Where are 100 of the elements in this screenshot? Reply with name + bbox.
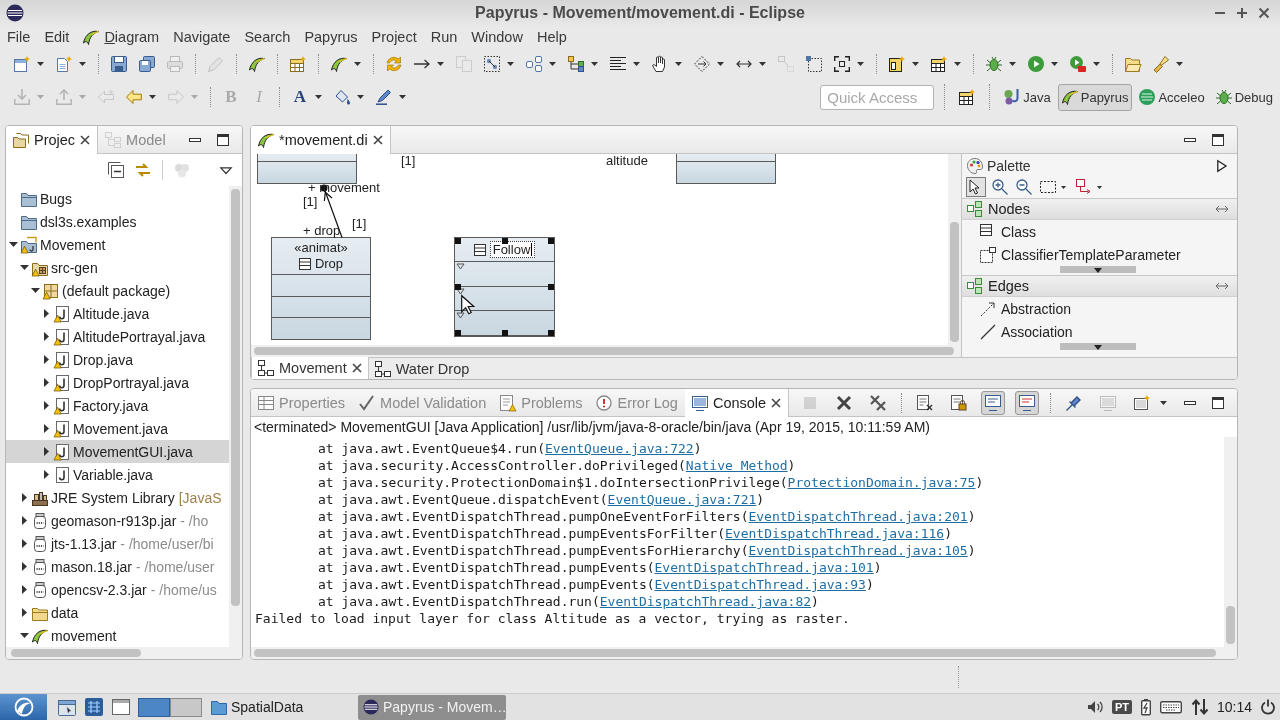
dotted-square-icon[interactable] [806, 56, 822, 72]
caret-icon[interactable] [79, 62, 86, 66]
collapsed-arrow-icon[interactable] [19, 608, 29, 617]
font-color-button[interactable]: A [292, 88, 308, 106]
resize-handle[interactable] [548, 238, 554, 244]
close-x-icon[interactable] [372, 135, 383, 145]
menu-item[interactable]: Window [464, 26, 530, 48]
dashed-diamond-icon[interactable] [694, 56, 710, 72]
battery-icon[interactable] [1140, 699, 1151, 715]
tree-item[interactable]: Factory.java [6, 394, 229, 417]
caret-icon[interactable] [1093, 62, 1100, 66]
maximize-icon[interactable] [1211, 395, 1225, 410]
three-squares-icon[interactable] [526, 56, 542, 72]
keyboard-layout-indicator[interactable]: PT [1111, 700, 1132, 714]
tree-item[interactable]: movement [6, 624, 229, 647]
link-arrows-icon[interactable] [135, 162, 151, 178]
page-star-icon[interactable] [56, 56, 72, 72]
scrollbar-thumb[interactable] [231, 189, 240, 606]
corner-brackets-icon[interactable] [834, 56, 850, 72]
menu-item[interactable]: Diagram [76, 26, 167, 48]
leaf-swoosh-icon[interactable] [331, 56, 347, 72]
collapsed-arrow-icon[interactable] [41, 401, 51, 410]
keyboard-icon[interactable] [1159, 699, 1182, 715]
floppy-disks-icon[interactable] [139, 56, 155, 72]
palette-item[interactable]: ClassifierTemplateParameter [962, 243, 1237, 266]
scrollbar-thumb[interactable] [254, 649, 1216, 657]
tree-item[interactable]: dsl3s.examples [6, 210, 229, 233]
expanded-arrow-icon[interactable] [19, 263, 29, 272]
pointer-icon[interactable] [966, 177, 986, 197]
collapsed-arrow-icon[interactable] [41, 309, 51, 318]
menu-item[interactable]: Search [237, 26, 298, 48]
perspective-button[interactable]: Papyrus [1057, 83, 1133, 111]
class-node[interactable]: Follow [454, 237, 555, 337]
clock[interactable]: 10:14 [1216, 699, 1252, 715]
tree-item[interactable]: Altitude.java [6, 302, 229, 325]
caret-icon[interactable] [1009, 62, 1016, 66]
resize-handle[interactable] [455, 284, 461, 290]
speaker-icon[interactable] [1086, 699, 1103, 715]
caret-icon[interactable] [549, 62, 556, 66]
monitor-lines-icon[interactable] [981, 390, 1005, 415]
collapsed-arrow-icon[interactable] [41, 355, 51, 364]
quick-access-field[interactable]: Quick Access [820, 84, 935, 110]
tree-item[interactable]: Movement.java [6, 417, 229, 440]
source-link[interactable]: EventDispatchThread.java:101 [654, 560, 874, 575]
expanded-arrow-icon[interactable] [8, 240, 18, 249]
collapsed-arrow-icon[interactable] [41, 447, 51, 456]
caret-icon[interactable] [354, 62, 361, 66]
perspective-button[interactable]: Acceleo [1135, 83, 1209, 111]
caret-icon[interactable] [507, 62, 514, 66]
caret-icon[interactable] [675, 62, 682, 66]
collapsed-arrow-icon[interactable] [19, 562, 29, 571]
caret-icon[interactable] [1176, 62, 1183, 66]
tree-item[interactable]: data [6, 601, 229, 624]
source-link[interactable]: Native Method [685, 458, 788, 473]
caret-icon[interactable] [1160, 400, 1167, 405]
palette-drawer[interactable]: Edges [962, 275, 1237, 297]
source-link[interactable]: EventDispatchThread.java:93 [654, 577, 866, 592]
scrollbar[interactable] [251, 647, 1237, 659]
zoom-out-icon[interactable] [1014, 177, 1034, 197]
diagram-tab[interactable]: Water Drop [368, 358, 476, 379]
diagram-tab[interactable]: Movement [251, 357, 369, 379]
source-link[interactable]: EventQueue.java:721 [607, 492, 757, 507]
power-icon[interactable] [1261, 699, 1275, 715]
leaf-swoosh-icon[interactable] [249, 56, 265, 72]
tree-item[interactable]: Drop.java [6, 348, 229, 371]
down-triangle-icon[interactable] [220, 166, 232, 174]
source-link[interactable]: EventQueue.java:722 [545, 441, 694, 456]
plus-icon[interactable] [1236, 6, 1248, 19]
scrollbar[interactable] [1224, 437, 1237, 647]
zoom-in-icon[interactable] [990, 177, 1010, 197]
caret-icon[interactable] [954, 62, 961, 66]
menu-item[interactable]: Help [529, 26, 574, 48]
paint-bucket-icon[interactable] [334, 89, 350, 105]
collapsed-arrow-icon[interactable] [19, 539, 29, 548]
expanded-arrow-icon[interactable] [30, 286, 40, 295]
tree-item[interactable]: Variable.java [6, 463, 229, 486]
menu-item[interactable]: File [0, 26, 38, 48]
collapsed-arrow-icon[interactable] [41, 470, 51, 479]
collapsed-arrow-icon[interactable] [19, 585, 29, 594]
caret-icon[interactable] [591, 62, 598, 66]
tree-item[interactable]: Movement [6, 233, 229, 256]
collapsed-arrow-icon[interactable] [41, 424, 51, 433]
tree-item[interactable]: mason.18.jar - /home/user [6, 555, 229, 578]
tree-item[interactable]: geomason-r913p.jar - /ho [6, 509, 229, 532]
class-node[interactable]: «animat» Drop [271, 237, 371, 340]
tree-item[interactable]: MovementGUI.java [6, 440, 229, 463]
resize-handle[interactable] [548, 330, 554, 336]
scroll-down-button[interactable] [1060, 343, 1136, 350]
source-link[interactable]: EventDispatchThread.java:105 [748, 543, 968, 558]
scrollbar-thumb[interactable] [254, 347, 954, 355]
tree-item[interactable]: opencsv-2.3.jar - /home/us [6, 578, 229, 601]
source-link[interactable]: EventDispatchThread.java:82 [599, 594, 812, 609]
caret-icon[interactable] [357, 95, 364, 99]
left-right-arrow-icon[interactable] [1215, 282, 1229, 290]
caret-icon[interactable] [912, 62, 919, 66]
caret-icon[interactable] [857, 62, 864, 66]
pen-line-icon[interactable] [376, 89, 392, 105]
triangle-icon[interactable] [1217, 160, 1227, 172]
collapsed-arrow-icon[interactable] [41, 332, 51, 341]
hand-icon[interactable] [652, 56, 668, 72]
